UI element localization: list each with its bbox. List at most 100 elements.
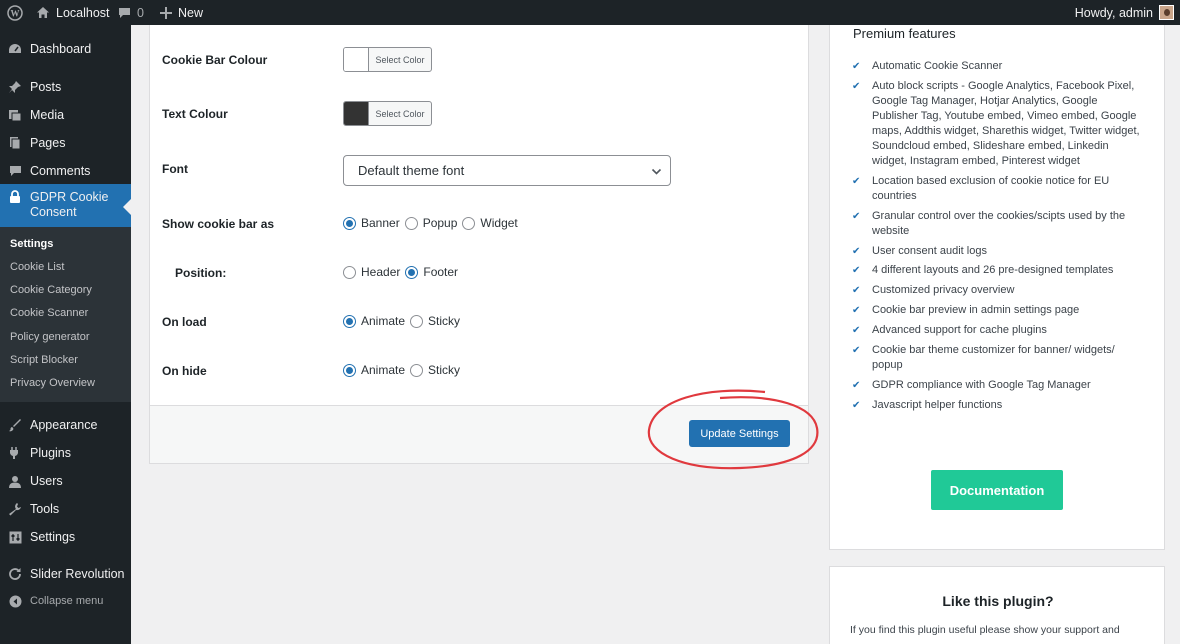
radio-button[interactable] <box>404 216 418 230</box>
radio-button[interactable] <box>343 363 356 377</box>
show-as-radio-group: Banner Popup Widget <box>343 216 523 230</box>
submenu-script-blocker[interactable]: Script Blocker <box>10 354 78 366</box>
select-color-label: Select Color <box>375 108 425 119</box>
radio-button[interactable] <box>343 216 356 230</box>
documentation-button[interactable]: Documentation <box>931 470 1063 510</box>
on-hide-animate-option[interactable]: Animate <box>343 363 405 377</box>
on-load-sticky-option[interactable]: Sticky <box>410 314 460 328</box>
check-icon: ✔ <box>852 61 861 72</box>
admin-sidebar: Dashboard Posts Media Pages Comments GDP… <box>0 25 131 644</box>
on-load-animate-option[interactable]: Animate <box>343 314 405 328</box>
sidebar-item-label: Settings <box>30 530 76 544</box>
sidebar-item-appearance[interactable]: Appearance <box>0 411 131 439</box>
my-account-link[interactable]: Howdy, admin <box>1075 0 1174 25</box>
on-load-radio-group: Animate Sticky <box>343 314 465 328</box>
check-icon: ✔ <box>852 379 861 391</box>
text-colour-picker[interactable]: Select Color <box>343 101 432 126</box>
sidebar-item-users[interactable]: Users <box>0 467 131 495</box>
list-item: ✔ Customized privacy overview <box>852 283 1142 298</box>
submenu-cookie-scanner[interactable]: Cookie Scanner <box>10 307 88 319</box>
radio-button[interactable] <box>410 314 424 328</box>
wrench-icon <box>0 502 30 516</box>
radio-button[interactable] <box>343 265 356 279</box>
cookie-bar-colour-swatch <box>344 48 369 71</box>
option-label: Banner <box>361 216 400 230</box>
radio-button[interactable] <box>343 314 356 328</box>
position-footer-option[interactable]: Footer <box>405 265 458 279</box>
option-label: Header <box>361 265 401 279</box>
text-colour-label: Text Colour <box>162 107 228 121</box>
radio-button[interactable] <box>462 216 476 230</box>
svg-text:W: W <box>11 8 20 18</box>
list-item: ✔ Location based exclusion of cookie noti… <box>852 174 1142 204</box>
list-item: ✔ GDPR compliance with Google Tag Manager <box>852 378 1142 393</box>
premium-features-title: Premium features <box>853 26 956 41</box>
feature-text: Cookie bar preview in admin settings pag… <box>872 304 1080 317</box>
font-select[interactable]: Default theme font <box>343 155 671 186</box>
collapse-menu-label: Collapse menu <box>30 595 104 607</box>
sidebar-item-label: Users <box>30 474 63 488</box>
submenu-cookie-category[interactable]: Cookie Category <box>10 284 92 296</box>
sidebar-item-plugins[interactable]: Plugins <box>0 439 131 467</box>
check-icon: ✔ <box>852 80 861 92</box>
option-label: Animate <box>361 363 406 377</box>
check-icon: ✔ <box>852 285 861 297</box>
premium-features-box: Premium features ✔ Automatic Cookie Scann… <box>829 25 1165 550</box>
sidebar-item-label: Appearance <box>30 418 98 432</box>
collapse-arrow-icon <box>0 595 30 608</box>
sidebar-item-pages[interactable]: Pages <box>0 129 131 157</box>
list-item: ✔ Auto block scripts - Google Analytics, … <box>852 79 1142 169</box>
show-as-popup-option[interactable]: Popup <box>404 216 457 230</box>
on-hide-sticky-option[interactable]: Sticky <box>410 363 460 377</box>
list-item: ✔ User consent audit logs <box>852 244 1142 259</box>
collapse-menu-button[interactable]: Collapse menu <box>0 587 131 615</box>
gdpr-submenu: Settings Cookie List Cookie Category Coo… <box>0 227 131 402</box>
sidebar-item-label: Plugins <box>30 446 71 460</box>
site-name-link[interactable]: Localhost <box>36 0 110 25</box>
show-as-banner-option[interactable]: Banner <box>343 216 400 230</box>
lock-icon <box>0 190 30 204</box>
refresh-icon <box>0 567 30 581</box>
option-label: Widget <box>480 216 518 230</box>
wordpress-logo-icon[interactable]: W <box>7 0 23 25</box>
radio-button[interactable] <box>405 265 419 279</box>
sidebar-item-comments[interactable]: Comments <box>0 157 131 185</box>
submenu-settings[interactable]: Settings <box>10 238 53 250</box>
sidebar-item-label: Posts <box>30 80 62 94</box>
submenu-cookie-list[interactable]: Cookie List <box>10 261 64 273</box>
sidebar-item-media[interactable]: Media <box>0 101 131 129</box>
show-as-widget-option[interactable]: Widget <box>462 216 518 230</box>
check-icon: ✔ <box>852 399 861 411</box>
feature-text: Auto block scripts - Google Analytics, F… <box>872 79 1140 167</box>
sidebar-item-label: Dashboard <box>30 42 92 56</box>
feature-text: Customized privacy overview <box>872 284 1015 297</box>
comments-link[interactable]: 0 <box>118 0 144 25</box>
chevron-down-icon <box>651 165 662 180</box>
option-label: Animate <box>361 314 406 328</box>
radio-button[interactable] <box>410 363 424 377</box>
media-icon <box>0 109 30 122</box>
sidebar-item-slider-revolution[interactable]: Slider Revolution <box>0 560 131 588</box>
feature-text: Javascript helper functions <box>872 398 1003 411</box>
submenu-privacy-overview[interactable]: Privacy Overview <box>10 377 95 389</box>
sidebar-item-dashboard[interactable]: Dashboard <box>0 35 131 63</box>
sidebar-item-tools[interactable]: Tools <box>0 495 131 523</box>
submenu-policy-generator[interactable]: Policy generator <box>10 331 90 343</box>
new-content-link[interactable]: New <box>160 0 203 25</box>
cookie-bar-colour-picker[interactable]: Select Color <box>343 47 432 72</box>
update-settings-button[interactable]: Update Settings <box>689 420 790 447</box>
sidebar-item-posts[interactable]: Posts <box>0 73 131 101</box>
show-cookie-bar-as-label: Show cookie bar as <box>162 217 275 231</box>
sidebar-item-label: Media <box>30 108 65 122</box>
sidebar-item-gdpr-cookie-consent[interactable]: GDPR Cookie Consent <box>0 184 131 228</box>
like-plugin-title: Like this plugin? <box>942 593 1054 609</box>
position-header-option[interactable]: Header <box>343 265 400 279</box>
pages-icon <box>0 136 30 150</box>
check-icon: ✔ <box>852 245 861 257</box>
list-item: ✔ Advanced support for cache plugins <box>852 323 1142 338</box>
text-colour-swatch <box>344 102 369 125</box>
gdpr-label-line1: GDPR Cookie <box>30 190 109 204</box>
feature-text: Automatic Cookie Scanner <box>872 60 1003 72</box>
sidebar-item-settings[interactable]: Settings <box>0 523 131 551</box>
list-item: ✔ 4 different layouts and 26 pre-designed… <box>852 263 1142 278</box>
